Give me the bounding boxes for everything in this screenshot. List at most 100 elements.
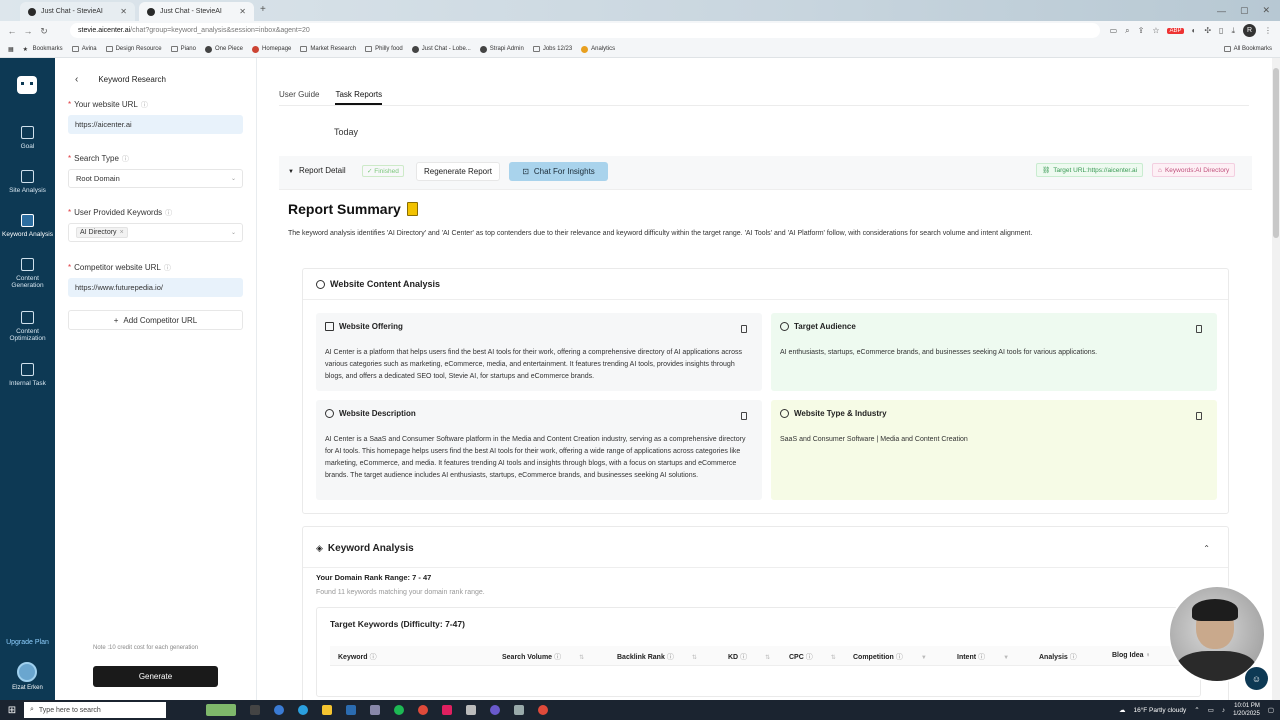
weather-text[interactable]: 16°F Partly cloudy (1133, 707, 1186, 714)
upgrade-plan-link[interactable]: Upgrade Plan (0, 639, 55, 646)
column-header-search-volume[interactable]: Search Volume ⓘ ⇅ (502, 652, 584, 662)
column-header-backlink-rank[interactable]: Backlink Rank ⓘ ⇅ (617, 652, 697, 662)
app-icon[interactable] (490, 705, 500, 715)
close-tab-icon[interactable]: ✕ (120, 7, 127, 16)
minimize-icon[interactable]: — (1217, 6, 1226, 16)
bookmark-item[interactable]: ★ Bookmarks (23, 46, 63, 53)
cast-icon[interactable]: ▭ (1110, 26, 1118, 35)
nav-item-content-generation[interactable]: Content Generation (0, 258, 55, 289)
nav-item-internal-task[interactable]: Internal Task (0, 363, 55, 387)
tab-task-reports[interactable]: Task Reports (335, 90, 383, 105)
bookmark-item[interactable]: Homepage (252, 45, 291, 53)
file-explorer-icon[interactable] (322, 705, 332, 715)
user-keywords-select[interactable]: AI Directory × ⌄ (68, 223, 243, 242)
chat-assistant-icon[interactable]: ☺ (1245, 667, 1268, 690)
store-icon[interactable] (370, 705, 380, 715)
column-header-competition[interactable]: Competition ⓘ ▼ (853, 652, 927, 662)
help-icon[interactable]: ⓘ (122, 156, 129, 163)
back-arrow-icon[interactable]: ‹ (75, 74, 78, 85)
reload-icon[interactable]: ↻ (36, 26, 52, 37)
maximize-icon[interactable]: ▢ (1240, 5, 1249, 16)
new-tab-icon[interactable]: + (260, 4, 266, 15)
remove-tag-icon[interactable]: × (120, 229, 124, 236)
help-icon[interactable]: ⓘ (164, 265, 171, 272)
help-icon[interactable]: ⓘ (165, 210, 172, 217)
extensions-puzzle-icon[interactable]: ✣ (1204, 26, 1211, 35)
edge-icon[interactable] (274, 705, 284, 715)
close-tab-icon[interactable]: ✕ (239, 7, 246, 16)
user-avatar[interactable] (17, 662, 37, 682)
profile-avatar[interactable]: R (1243, 24, 1256, 37)
competitor-url-input[interactable]: https://www.futurepedia.io/ (68, 278, 243, 297)
column-header-keyword[interactable]: Keyword ⓘ (338, 652, 377, 662)
extension-red-icon[interactable]: ABP (1167, 27, 1184, 34)
page-scrollbar[interactable] (1272, 58, 1280, 700)
app-icon[interactable] (514, 705, 524, 715)
column-header-kd[interactable]: KD ⓘ ⇅ (728, 652, 770, 662)
report-detail-toggle[interactable]: ▼ Report Detail (288, 166, 346, 175)
nav-item-goal[interactable]: Goal (0, 126, 55, 150)
zoom-icon[interactable]: ⌕ (1125, 26, 1129, 36)
chrome-icon[interactable] (418, 705, 428, 715)
column-header-analysis[interactable]: Analysis ⓘ (1039, 652, 1077, 662)
close-window-icon[interactable]: ✕ (1262, 5, 1270, 16)
browser-tab-active[interactable]: Just Chat - StevieAI ✕ (139, 2, 254, 21)
bookmark-item[interactable]: Design Resource (105, 46, 162, 52)
extension-icon[interactable]: ◐ (1192, 26, 1197, 35)
clock[interactable]: 10:01 PM 1/20/2025 (1233, 702, 1260, 718)
network-icon[interactable]: ▭ (1208, 706, 1214, 714)
bookmark-item[interactable]: Just Chat - Lobe... (411, 45, 471, 53)
collapse-chevron-icon[interactable]: ⌃ (1203, 544, 1210, 553)
back-icon[interactable]: ← (4, 26, 20, 36)
volume-icon[interactable]: ♪ (1222, 707, 1225, 714)
nav-item-site-analysis[interactable]: Site Analysis (0, 170, 55, 194)
search-type-select[interactable]: Root Domain ⌄ (68, 169, 243, 188)
column-header-intent[interactable]: Intent ⓘ ▼ (957, 652, 1009, 662)
nav-item-keyword-analysis[interactable]: Keyword Analysis (0, 214, 55, 238)
help-icon[interactable]: ⓘ (141, 102, 148, 109)
bookmark-item[interactable]: Strapi Admin (479, 45, 524, 53)
forward-icon[interactable]: → (20, 26, 36, 36)
app-icon[interactable] (466, 705, 476, 715)
share-icon[interactable]: ⇪ (1138, 26, 1145, 35)
spotify-icon[interactable] (394, 705, 404, 715)
column-header-cpc[interactable]: CPC ⓘ ⇅ (789, 652, 836, 662)
copy-icon[interactable] (741, 325, 747, 333)
generate-button[interactable]: Generate (93, 666, 218, 687)
weather-widget-icon[interactable] (206, 704, 236, 716)
tray-up-icon[interactable]: ⌃ (1194, 706, 1199, 714)
nav-item-content-optimization[interactable]: Content Optimization (0, 311, 55, 342)
windows-start-icon[interactable]: ⊞ (0, 705, 24, 716)
menu-dots-icon[interactable]: ⋮ (1264, 26, 1272, 35)
bookmark-item[interactable]: Market Research (300, 46, 356, 52)
tab-user-guide[interactable]: User Guide (279, 90, 319, 105)
chrome-icon[interactable] (538, 705, 548, 715)
bookmark-item[interactable]: Avina (71, 46, 97, 52)
apps-icon[interactable]: ▦ (8, 46, 14, 53)
all-bookmarks[interactable]: All Bookmarks (1223, 46, 1272, 52)
browser-tab[interactable]: Just Chat - StevieAI ✕ (20, 2, 135, 21)
bookmark-item[interactable]: Analytics (581, 45, 615, 53)
copy-icon[interactable] (1196, 412, 1202, 420)
sidebar-icon[interactable]: ▯ (1219, 26, 1223, 35)
copy-icon[interactable] (1196, 325, 1202, 333)
scrollbar-thumb[interactable] (1273, 68, 1279, 238)
taskbar-search-input[interactable]: ⌕ Type here to search (24, 702, 166, 718)
downloads-icon[interactable]: ⤓ (1231, 26, 1235, 36)
bookmark-item[interactable]: One Piece (204, 45, 243, 53)
regenerate-report-button[interactable]: Regenerate Report (416, 162, 500, 181)
website-url-input[interactable]: https://aicenter.ai (68, 115, 243, 134)
notification-icon[interactable]: ▢ (1268, 706, 1274, 714)
column-header-blog-idea[interactable]: Blog Idea ♀ (1112, 652, 1151, 659)
app-icon[interactable] (442, 705, 452, 715)
app-logo[interactable] (17, 76, 37, 94)
bookmark-item[interactable]: Piano (170, 46, 196, 52)
url-input[interactable]: stevie.aicenter.ai /chat?group=keyword_a… (70, 23, 1100, 38)
bookmark-star-icon[interactable]: ☆ (1152, 26, 1159, 35)
add-competitor-button[interactable]: + Add Competitor URL (68, 310, 243, 330)
outlook-icon[interactable] (346, 705, 356, 715)
chat-for-insights-button[interactable]: ⊡ Chat For Insights (509, 162, 608, 181)
edge-blue-icon[interactable] (298, 705, 308, 715)
task-view-icon[interactable] (250, 705, 260, 715)
bookmark-item[interactable]: Jobs 12/23 (532, 46, 572, 52)
